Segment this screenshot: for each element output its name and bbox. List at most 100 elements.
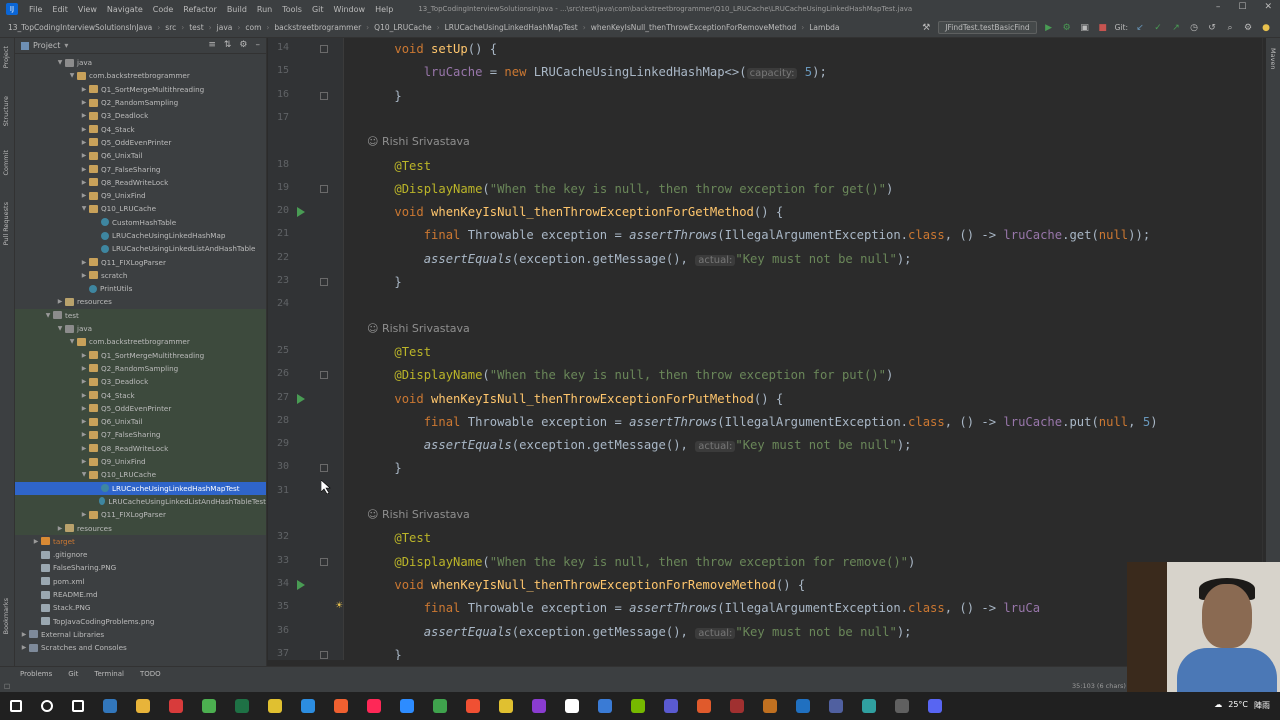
collapsed-arrow-icon[interactable]: ▶ xyxy=(79,445,89,452)
code-line[interactable]: void whenKeyIsNull_thenThrowExceptionFor… xyxy=(365,575,805,595)
tree-item[interactable]: ▶ Q8_ReadWriteLock xyxy=(15,176,266,189)
fold-marker-icon[interactable] xyxy=(320,45,328,53)
settings-gear-icon[interactable]: ⚙ xyxy=(1242,22,1254,34)
breadcrumb-item[interactable]: test xyxy=(189,23,203,32)
collapsed-arrow-icon[interactable]: ▶ xyxy=(79,511,89,518)
coverage-icon[interactable]: ▣ xyxy=(1079,22,1091,34)
tool-tab-git[interactable]: Git xyxy=(68,670,78,678)
git-push-icon[interactable]: ↗ xyxy=(1170,22,1182,34)
status-layout-icon[interactable]: □ xyxy=(4,682,10,690)
breadcrumb-item[interactable]: Q10_LRUCache xyxy=(374,23,431,32)
zoom-icon[interactable] xyxy=(399,699,414,713)
run-test-icon[interactable] xyxy=(297,393,305,404)
collapsed-arrow-icon[interactable]: ▶ xyxy=(79,431,89,438)
nvidia-icon[interactable] xyxy=(630,699,645,713)
app5-icon[interactable] xyxy=(696,699,711,713)
collapsed-arrow-icon[interactable]: ▶ xyxy=(79,405,89,412)
stop-icon[interactable]: ■ xyxy=(1097,22,1109,34)
ship-icon[interactable] xyxy=(498,699,513,713)
tree-item[interactable]: ▶ Q2_RandomSampling xyxy=(15,361,266,376)
collapse-all-icon[interactable]: ≡ xyxy=(208,40,216,50)
run-test-icon[interactable] xyxy=(297,579,305,590)
tree-item[interactable]: ▶ Q11_FIXLogParser xyxy=(15,255,266,268)
github-icon[interactable] xyxy=(564,699,579,713)
tree-item[interactable]: FalseSharing.PNG xyxy=(15,561,266,574)
code-line[interactable]: final Throwable exception = assertThrows… xyxy=(365,598,1040,618)
menu-item-navigate[interactable]: Navigate xyxy=(102,5,148,14)
tree-item[interactable]: pom.xml xyxy=(15,575,266,588)
collapsed-arrow-icon[interactable]: ▶ xyxy=(55,525,65,532)
code-line[interactable]: assertEquals(exception.getMessage(), act… xyxy=(365,435,912,455)
tree-item[interactable]: ▶ Q7_FalseSharing xyxy=(15,428,266,442)
collapsed-arrow-icon[interactable]: ▶ xyxy=(79,99,89,106)
excel-icon[interactable] xyxy=(234,699,249,713)
collapsed-arrow-icon[interactable]: ▶ xyxy=(79,152,89,159)
expand-all-icon[interactable]: ⇅ xyxy=(224,40,232,50)
code-line[interactable]: void whenKeyIsNull_thenThrowExceptionFor… xyxy=(365,389,783,409)
tree-item[interactable]: ▶ Q2_RandomSampling xyxy=(15,96,266,109)
collapsed-arrow-icon[interactable]: ▶ xyxy=(79,418,89,425)
menu-item-git[interactable]: Git xyxy=(307,5,329,14)
tree-item[interactable]: ▶ Q4_Stack xyxy=(15,388,266,402)
code-line[interactable]: @Test xyxy=(365,156,431,176)
history-icon[interactable]: ◷ xyxy=(1188,22,1200,34)
tree-item[interactable]: ▶ External Libraries xyxy=(15,628,266,641)
fold-marker-icon[interactable] xyxy=(320,91,328,100)
tree-item[interactable]: ▶ Q1_SortMergeMultithreading xyxy=(15,348,266,362)
commit-tool-tab[interactable]: Commit xyxy=(2,150,10,176)
code-author-hint[interactable]: ☺ Rishi Srivastava xyxy=(367,319,470,339)
code-line[interactable]: final Throwable exception = assertThrows… xyxy=(365,412,1158,432)
collapsed-arrow-icon[interactable]: ▶ xyxy=(79,365,89,372)
code-line[interactable]: @DisplayName("When the key is null, then… xyxy=(365,365,893,385)
collapsed-arrow-icon[interactable]: ▶ xyxy=(79,352,89,359)
app2-icon[interactable] xyxy=(531,699,546,713)
tree-item[interactable]: ▶ Q3_Deadlock xyxy=(15,375,266,389)
tree-item[interactable]: ▶ Q8_ReadWriteLock xyxy=(15,441,266,455)
breadcrumb-item[interactable]: backstreetbrogrammer xyxy=(274,23,361,32)
menu-item-edit[interactable]: Edit xyxy=(47,5,73,14)
collapsed-arrow-icon[interactable]: ▶ xyxy=(55,298,65,305)
fold-marker-icon[interactable] xyxy=(320,371,328,380)
code-author-hint[interactable]: ☺ Rishi Srivastava xyxy=(367,132,470,152)
code-line[interactable]: final Throwable exception = assertThrows… xyxy=(365,225,1150,245)
code-line[interactable]: } xyxy=(365,458,401,478)
tree-item[interactable]: ▶ Q4_Stack xyxy=(15,122,266,135)
collapsed-arrow-icon[interactable]: ▶ xyxy=(79,179,89,186)
code-line[interactable]: } xyxy=(365,645,401,660)
tool-tab-todo[interactable]: TODO xyxy=(140,670,161,678)
edge-icon[interactable] xyxy=(102,699,117,713)
tree-item[interactable]: ▶ Q5_OddEvenPrinter xyxy=(15,401,266,416)
expanded-arrow-icon[interactable]: ▼ xyxy=(67,338,77,345)
code-author-hint[interactable]: ☺ Rishi Srivastava xyxy=(367,505,470,525)
project-tool-tab[interactable]: Project xyxy=(2,46,10,68)
collapsed-arrow-icon[interactable]: ▶ xyxy=(79,126,89,133)
maven-tool-tab[interactable]: Maven xyxy=(1269,48,1277,70)
tree-item[interactable]: LRUCacheUsingLinkedHashMap xyxy=(15,229,266,242)
tree-item[interactable]: .gitignore xyxy=(15,548,266,561)
tree-item[interactable]: ▶ Q7_FalseSharing xyxy=(15,162,266,175)
app11-icon[interactable] xyxy=(894,699,909,713)
git-commit-icon[interactable]: ✓ xyxy=(1152,22,1164,34)
breadcrumb-item[interactable]: 13_TopCodingInterviewSolutionsInJava xyxy=(8,23,152,32)
tree-item[interactable]: ▶ Q6_UnixTail xyxy=(15,149,266,162)
build-hammer-icon[interactable]: ⚒ xyxy=(920,22,932,34)
minimize-icon[interactable]: – xyxy=(1216,2,1221,12)
tree-item[interactable]: ▼ test xyxy=(15,308,266,322)
tree-item[interactable]: ▶ Q5_OddEvenPrinter xyxy=(15,136,266,149)
chrome-icon[interactable] xyxy=(201,699,216,713)
gear-icon[interactable]: ⚙ xyxy=(239,40,247,50)
collapsed-arrow-icon[interactable]: ▶ xyxy=(79,166,89,173)
tree-item[interactable]: PrintUtils xyxy=(15,282,266,295)
code-line[interactable]: @Test xyxy=(365,528,431,548)
menu-item-help[interactable]: Help xyxy=(370,5,398,14)
tree-item[interactable]: ▶ Q9_UnixFind xyxy=(15,189,266,202)
expanded-arrow-icon[interactable]: ▼ xyxy=(55,325,65,332)
fold-marker-icon[interactable] xyxy=(320,278,328,286)
tree-item[interactable]: ▼ Q10_LRUCache xyxy=(15,468,266,482)
tree-item[interactable]: ▼ java xyxy=(15,321,266,336)
app10-icon[interactable] xyxy=(861,699,876,713)
git-update-icon[interactable]: ↙ xyxy=(1134,22,1146,34)
collapsed-arrow-icon[interactable]: ▶ xyxy=(79,139,89,146)
tree-item[interactable]: README.md xyxy=(15,588,266,601)
breadcrumb-item[interactable]: src xyxy=(165,23,176,32)
